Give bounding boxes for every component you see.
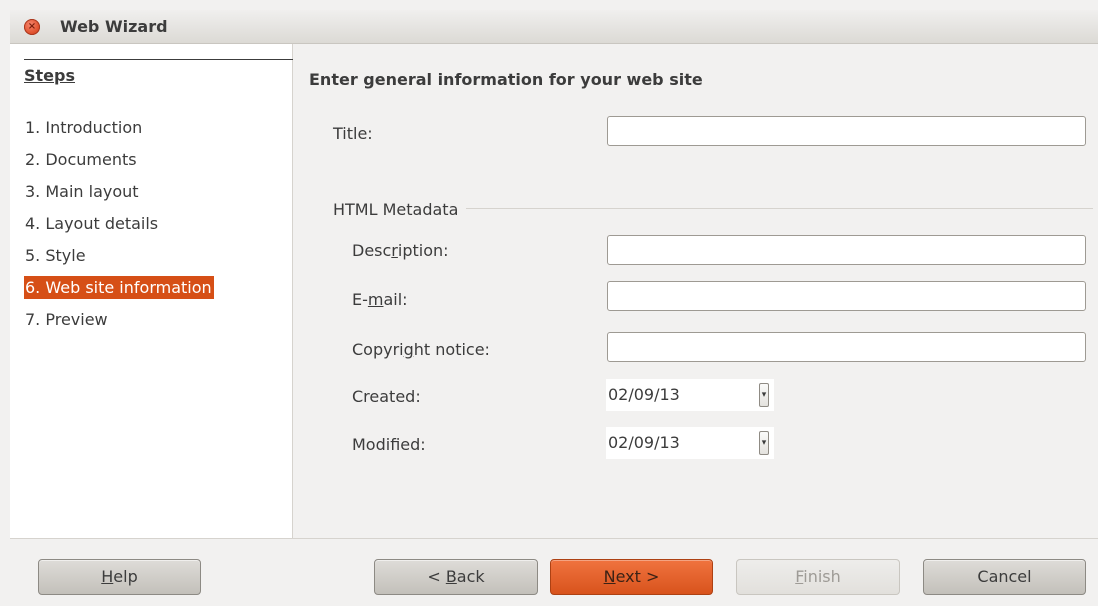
close-icon[interactable]: × — [24, 19, 40, 35]
created-date-field[interactable]: 02/09/13 ▾ — [606, 379, 774, 411]
steps-heading: Steps — [24, 66, 75, 85]
modified-dropdown-icon[interactable]: ▾ — [759, 431, 769, 455]
created-label: Created: — [352, 387, 421, 406]
section-title: Enter general information for your web s… — [309, 70, 703, 89]
created-spin-area: ▾ — [747, 379, 774, 411]
step-style[interactable]: 5. Style — [24, 244, 214, 276]
web-wizard-window: × Web Wizard Steps 1. Introduction 2. Do… — [0, 0, 1098, 606]
steps-panel: Steps 1. Introduction 2. Documents 3. Ma… — [10, 44, 293, 538]
copyright-label: Copyright notice: — [352, 340, 490, 359]
step-label: 4. Layout details — [25, 214, 159, 233]
next-mnemonic: N — [603, 567, 616, 586]
button-bar: Help < Back Next > Finish Cancel — [10, 538, 1098, 606]
back-prefix: < — [427, 567, 446, 586]
email-label-mnemonic: m — [367, 290, 384, 309]
email-label: E-mail: — [352, 290, 408, 309]
back-button[interactable]: < Back — [374, 559, 538, 595]
metadata-group-label: HTML Metadata — [333, 200, 467, 219]
description-label-post: iption: — [397, 241, 449, 260]
copyright-input[interactable] — [607, 332, 1086, 362]
step-label: 2. Documents — [25, 150, 137, 169]
copyright-label-mnemonic: g — [403, 340, 414, 359]
next-label: ext > — [615, 567, 660, 586]
next-button[interactable]: Next > — [550, 559, 713, 595]
created-dropdown-icon[interactable]: ▾ — [759, 383, 769, 407]
step-introduction[interactable]: 1. Introduction — [24, 116, 214, 148]
cancel-button[interactable]: Cancel — [923, 559, 1086, 595]
step-documents[interactable]: 2. Documents — [24, 148, 214, 180]
created-date-value[interactable]: 02/09/13 — [606, 379, 748, 411]
description-input[interactable] — [607, 235, 1086, 265]
steps-list: 1. Introduction 2. Documents 3. Main lay… — [24, 116, 214, 340]
back-mnemonic: B — [445, 567, 457, 586]
title-label: Title: — [333, 124, 373, 143]
main-content: Enter general information for your web s… — [294, 44, 1098, 538]
title-bar: × Web Wizard — [10, 10, 1098, 44]
help-button[interactable]: Help — [38, 559, 201, 595]
copyright-label-pre: Copyri — [352, 340, 404, 359]
step-web-site-information[interactable]: 6. Web site information — [24, 276, 214, 308]
modified-spin-area: ▾ — [747, 427, 774, 459]
title-input[interactable] — [607, 116, 1086, 146]
step-label: 7. Preview — [25, 310, 108, 329]
step-label: 1. Introduction — [25, 118, 143, 137]
help-mnemonic: H — [101, 567, 114, 586]
finish-label: inish — [803, 567, 841, 586]
back-label: ack — [456, 567, 485, 586]
email-label-post: ail: — [383, 290, 408, 309]
email-input[interactable] — [607, 281, 1086, 311]
help-label: elp — [113, 567, 138, 586]
description-label: Description: — [352, 241, 449, 260]
step-main-layout[interactable]: 3. Main layout — [24, 180, 214, 212]
step-label: 5. Style — [25, 246, 86, 265]
step-preview[interactable]: 7. Preview — [24, 308, 214, 340]
description-label-mnemonic: r — [391, 241, 398, 260]
email-label-pre: E- — [352, 290, 368, 309]
description-label-pre: Desc — [352, 241, 392, 260]
copyright-label-post: ht notice: — [413, 340, 490, 359]
modified-label: Modified: — [352, 435, 426, 454]
finish-button: Finish — [736, 559, 900, 595]
modified-date-field[interactable]: 02/09/13 ▾ — [606, 427, 774, 459]
steps-divider — [24, 59, 293, 60]
step-layout-details[interactable]: 4. Layout details — [24, 212, 214, 244]
window-title: Web Wizard — [60, 17, 168, 36]
step-label: 6. Web site information — [24, 276, 214, 299]
modified-date-value[interactable]: 02/09/13 — [606, 427, 748, 459]
step-label: 3. Main layout — [25, 182, 139, 201]
